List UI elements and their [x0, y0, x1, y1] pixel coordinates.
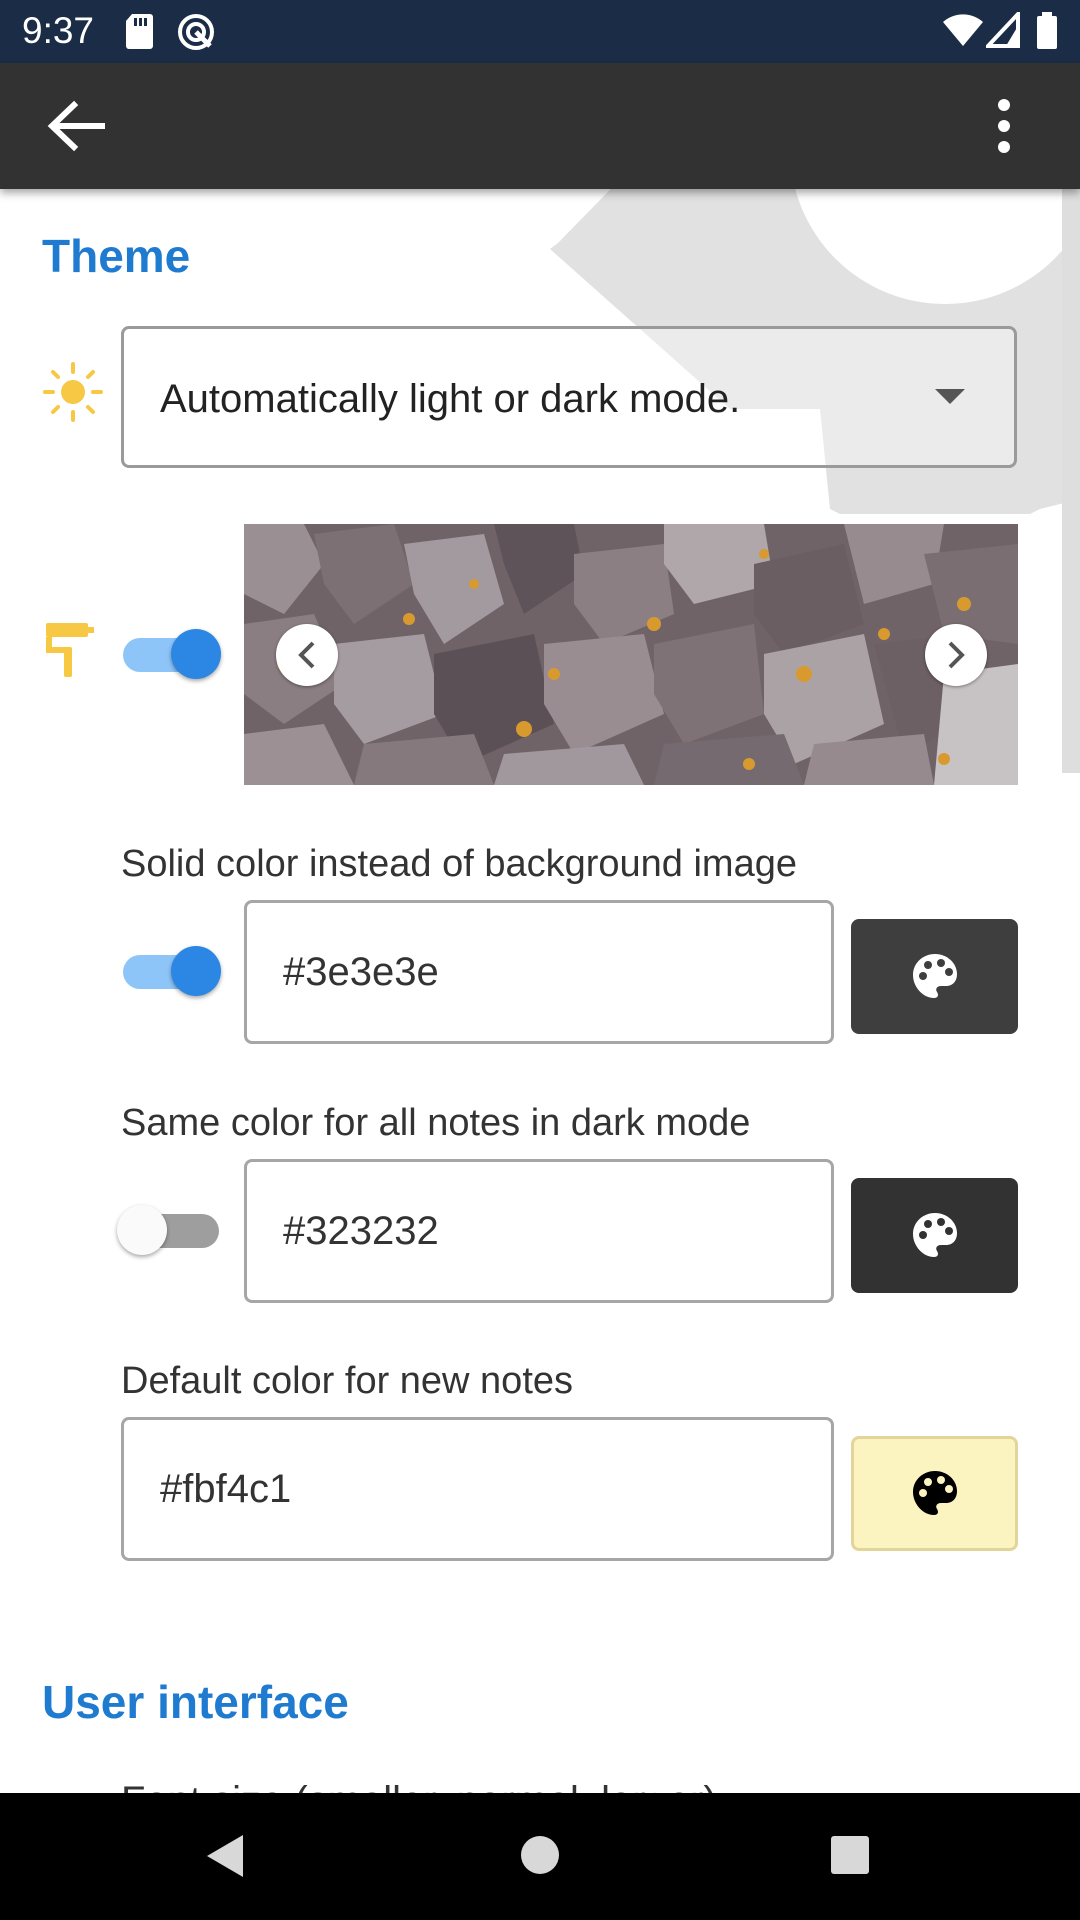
- signal-icon: [983, 8, 1020, 53]
- toggle-thumb: [171, 629, 221, 679]
- carousel-next-button[interactable]: [925, 624, 987, 686]
- circle-badge-icon: [176, 12, 216, 57]
- solid-color-input[interactable]: [244, 900, 834, 1044]
- sd-card-icon: [124, 12, 154, 55]
- back-button[interactable]: [46, 99, 106, 153]
- solid-color-label: Solid color instead of background image: [121, 843, 797, 885]
- scrollbar[interactable]: [1062, 189, 1080, 773]
- system-nav-bar: [0, 1793, 1080, 1920]
- toggle-thumb: [117, 1205, 167, 1255]
- dark-mode-color-picker-button[interactable]: [851, 1178, 1018, 1293]
- carousel-prev-button[interactable]: [276, 624, 338, 686]
- solid-color-picker-button[interactable]: [851, 919, 1018, 1034]
- default-note-color-picker-button[interactable]: [851, 1436, 1018, 1551]
- section-title-theme: Theme: [42, 230, 191, 282]
- back-triangle-icon[interactable]: [205, 1833, 245, 1879]
- palette-icon: [913, 954, 957, 998]
- dark-mode-color-input[interactable]: [244, 1159, 834, 1303]
- dropdown-arrow-icon: [935, 389, 965, 404]
- font-size-label: Font size (smaller, normal, larger): [121, 1779, 717, 1793]
- chevron-left-icon: [298, 641, 315, 669]
- settings-content[interactable]: Theme Automatically light or dark mode.: [0, 189, 1080, 1793]
- battery-icon: [1036, 12, 1058, 55]
- palette-icon: [913, 1471, 957, 1515]
- section-title-user-interface: User interface: [42, 1676, 349, 1728]
- theme-mode-value: Automatically light or dark mode.: [160, 377, 741, 421]
- sun-icon: [43, 362, 103, 422]
- app-bar: [0, 63, 1080, 189]
- background-image-preview: [244, 524, 1018, 785]
- status-time: 9:37: [22, 10, 95, 51]
- more-vert-icon: [998, 99, 1010, 153]
- dark-mode-color-toggle[interactable]: [117, 1202, 221, 1258]
- rocks-image: [244, 524, 1018, 785]
- home-circle-icon[interactable]: [520, 1835, 560, 1875]
- theme-mode-dropdown[interactable]: Automatically light or dark mode.: [121, 326, 1017, 468]
- recents-square-icon[interactable]: [830, 1835, 870, 1875]
- default-note-color-label: Default color for new notes: [121, 1360, 574, 1402]
- dark-mode-color-label: Same color for all notes in dark mode: [121, 1102, 751, 1144]
- background-image-toggle[interactable]: [121, 626, 221, 682]
- paint-roller-icon: [46, 623, 94, 677]
- arrow-back-icon: [47, 100, 105, 152]
- status-bar: 9:37: [0, 0, 1080, 63]
- solid-color-toggle[interactable]: [121, 943, 221, 999]
- wifi-icon: [942, 12, 984, 53]
- toggle-thumb: [171, 946, 221, 996]
- overflow-menu-button[interactable]: [986, 99, 1022, 153]
- chevron-right-icon: [948, 641, 965, 669]
- default-note-color-input[interactable]: [121, 1417, 834, 1561]
- palette-icon: [913, 1213, 957, 1257]
